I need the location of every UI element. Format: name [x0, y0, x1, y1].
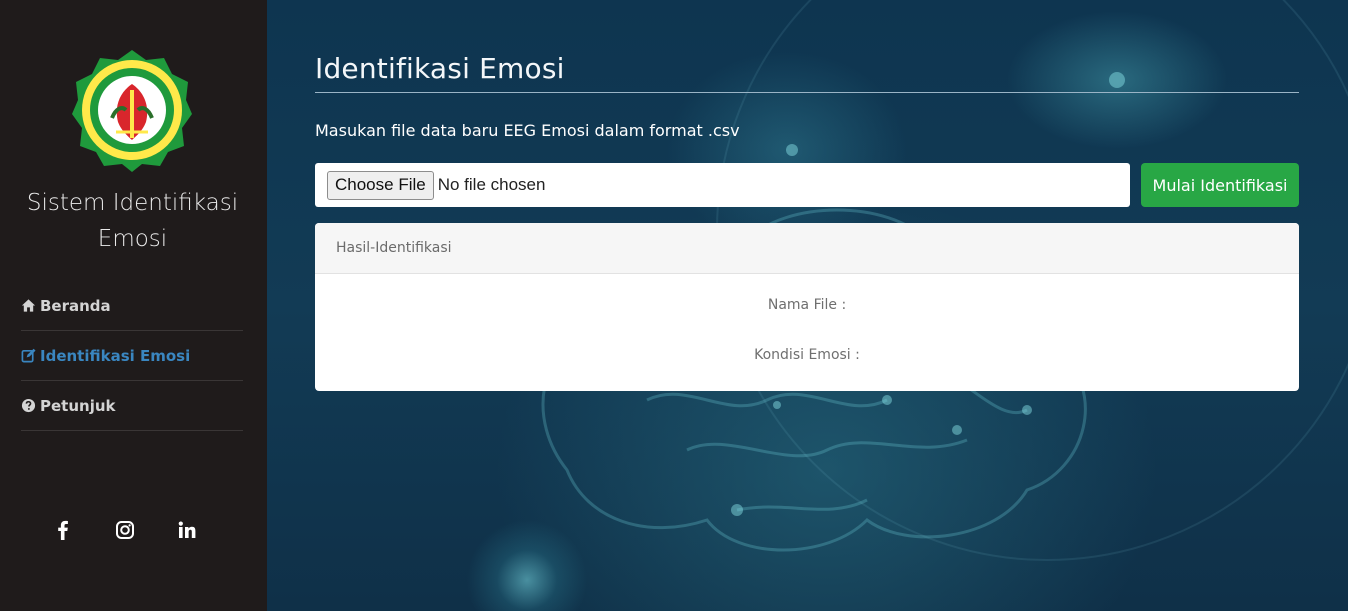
linkedin-link[interactable] — [176, 519, 198, 541]
start-identification-button[interactable]: Mulai Identifikasi — [1141, 163, 1299, 207]
result-card: Hasil-Identifikasi Nama File : Kondisi E… — [315, 223, 1299, 391]
app-title-line1: Sistem Identifikasi — [26, 190, 239, 216]
question-circle-icon — [21, 398, 36, 413]
sidebar-item-label: Beranda — [40, 296, 111, 315]
sidebar-item-identifikasi-emosi[interactable]: Identifikasi Emosi — [21, 331, 243, 381]
app-title: Sistem Identifikasi Emosi — [0, 185, 265, 257]
emotion-condition-label: Kondisi Emosi : — [754, 347, 860, 363]
file-status-text: No file chosen — [437, 175, 546, 194]
facebook-icon — [58, 520, 68, 540]
page-title: Identifikasi Emosi — [315, 52, 565, 85]
choose-file-button[interactable]: Choose File — [327, 170, 434, 200]
instagram-link[interactable] — [114, 519, 136, 541]
facebook-link[interactable] — [52, 519, 74, 541]
instagram-icon — [116, 521, 134, 539]
sidebar-nav: Beranda Identifikasi Emosi Petunjuk — [21, 281, 243, 431]
sidebar-item-petunjuk[interactable]: Petunjuk — [21, 381, 243, 431]
main-content: Identifikasi Emosi Masukan file data bar… — [267, 0, 1348, 611]
sidebar-item-label: Identifikasi Emosi — [40, 346, 191, 365]
linkedin-icon — [178, 521, 196, 538]
app-title-line2: Emosi — [97, 226, 168, 252]
upload-instruction: Masukan file data baru EEG Emosi dalam f… — [315, 121, 740, 140]
edit-icon — [21, 348, 36, 363]
file-name-label: Nama File : — [767, 297, 847, 313]
result-card-header: Hasil-Identifikasi — [315, 223, 1299, 274]
sidebar-item-beranda[interactable]: Beranda — [21, 281, 243, 331]
sidebar-item-label: Petunjuk — [40, 396, 116, 415]
social-links — [52, 519, 198, 541]
sidebar: Sistem Identifikasi Emosi Beranda Identi… — [0, 0, 267, 611]
home-icon — [21, 299, 36, 312]
file-input[interactable]: Choose File No file chosen — [315, 163, 1130, 207]
title-divider — [315, 92, 1299, 93]
university-logo — [72, 48, 192, 172]
